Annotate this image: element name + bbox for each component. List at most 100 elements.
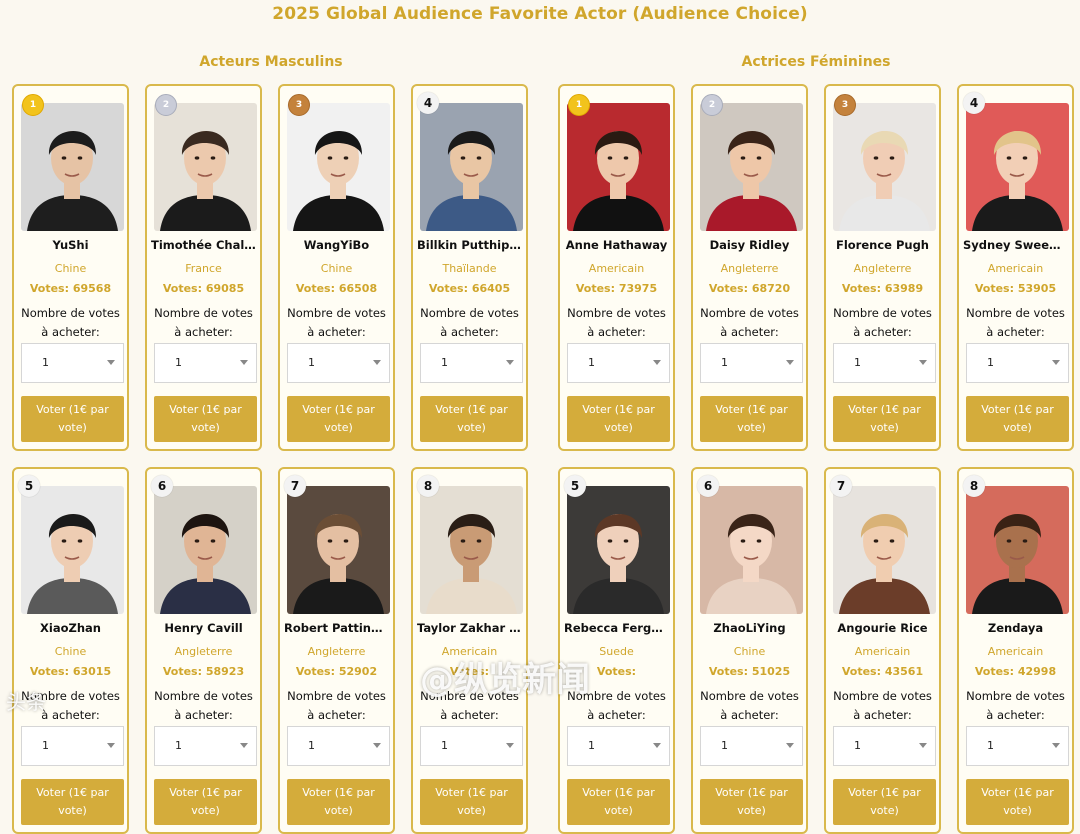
vote-quantity-select[interactable]: 1 [833, 726, 936, 766]
buy-votes-label: Nombre de votes à acheter: [567, 306, 666, 339]
buy-votes-label: Nombre de votes à acheter: [833, 306, 932, 339]
vote-quantity-select[interactable]: 1 [833, 343, 936, 383]
candidate-card: 7 Robert Pattinson Angleterre Votes: 529… [278, 467, 395, 834]
buy-votes-label: Nombre de votes à acheter: [700, 689, 799, 722]
buy-votes-label: Nombre de votes à acheter: [966, 306, 1065, 339]
candidate-name: ZhaoLiYing [713, 621, 786, 635]
candidate-card: 1 Anne Hathaway Americain Votes: 73975 N… [558, 84, 675, 451]
vote-button[interactable]: Voter (1€ par vote) [700, 396, 803, 442]
medal-silver-icon: 2 [701, 94, 723, 116]
candidate-card: 4 Sydney Sween... Americain Votes: 53905… [957, 84, 1074, 451]
candidate-country: Angleterre [853, 262, 912, 275]
vote-count: Votes: 58923 [162, 665, 245, 678]
rank-badge: 5 [18, 475, 40, 497]
candidate-photo [567, 103, 670, 231]
candidate-name: Timothée Chala... [151, 238, 256, 252]
candidate-country: Angleterre [174, 645, 233, 658]
candidate-card: 8 Taylor Zakhar P... Americain Votes: No… [411, 467, 528, 834]
candidate-photo [287, 486, 390, 614]
vote-quantity-select[interactable]: 1 [420, 343, 523, 383]
rank-badge: 5 [564, 475, 586, 497]
vote-quantity-select[interactable]: 1 [567, 343, 670, 383]
vote-button[interactable]: Voter (1€ par vote) [700, 779, 803, 825]
candidate-card: 7 Angourie Rice Americain Votes: 43561 N… [824, 467, 941, 834]
buy-votes-label: Nombre de votes à acheter: [154, 306, 253, 339]
chevron-down-icon [373, 360, 381, 365]
vote-count: Votes: 73975 [575, 282, 658, 295]
vote-quantity-select[interactable]: 1 [287, 726, 390, 766]
candidate-photo [700, 103, 803, 231]
chevron-down-icon [653, 743, 661, 748]
candidate-name: Angourie Rice [837, 621, 928, 635]
vote-button[interactable]: Voter (1€ par vote) [567, 779, 670, 825]
vote-count: Votes: 42998 [974, 665, 1057, 678]
buy-votes-label: Nombre de votes à acheter: [833, 689, 932, 722]
medal-bronze-icon: 3 [288, 94, 310, 116]
vote-button[interactable]: Voter (1€ par vote) [154, 396, 257, 442]
vote-button[interactable]: Voter (1€ par vote) [420, 779, 523, 825]
candidate-country: Thaïlande [442, 262, 497, 275]
vote-button[interactable]: Voter (1€ par vote) [21, 396, 124, 442]
candidate-photo [567, 486, 670, 614]
rank-badge: 6 [697, 475, 719, 497]
rank-badge: 6 [151, 475, 173, 497]
vote-quantity-select[interactable]: 1 [21, 343, 124, 383]
buy-votes-label: Nombre de votes à acheter: [154, 689, 253, 722]
candidate-photo [21, 486, 124, 614]
vote-button[interactable]: Voter (1€ par vote) [287, 396, 390, 442]
medal-bronze-icon: 3 [834, 94, 856, 116]
candidate-card: 5 Rebecca Fergu... Suede Votes: Nombre d… [558, 467, 675, 834]
candidate-name: XiaoZhan [40, 621, 101, 635]
vote-quantity-select[interactable]: 1 [420, 726, 523, 766]
vote-quantity-select[interactable]: 1 [567, 726, 670, 766]
candidate-country: Chine [733, 645, 766, 658]
candidate-card: 5 XiaoZhan Chine Votes: 63015 Nombre de … [12, 467, 129, 834]
candidate-photo [154, 486, 257, 614]
vote-count: Votes: 51025 [708, 665, 791, 678]
vote-button[interactable]: Voter (1€ par vote) [567, 396, 670, 442]
candidate-photo [700, 486, 803, 614]
vote-quantity-select[interactable]: 1 [700, 726, 803, 766]
candidate-card: 3 WangYiBo Chine Votes: 66508 Nombre de … [278, 84, 395, 451]
chevron-down-icon [107, 360, 115, 365]
vote-button[interactable]: Voter (1€ par vote) [154, 779, 257, 825]
vote-count: Votes: 69085 [162, 282, 245, 295]
section-title-female: Actrices Féminines [741, 54, 891, 70]
vote-button[interactable]: Voter (1€ par vote) [966, 779, 1069, 825]
vote-quantity-select[interactable]: 1 [287, 343, 390, 383]
vote-quantity-select[interactable]: 1 [154, 343, 257, 383]
vote-button[interactable]: Voter (1€ par vote) [833, 779, 936, 825]
vote-quantity-select[interactable]: 1 [966, 726, 1069, 766]
candidate-photo [154, 103, 257, 231]
chevron-down-icon [240, 360, 248, 365]
vote-quantity-select[interactable]: 1 [966, 343, 1069, 383]
vote-quantity-select[interactable]: 1 [154, 726, 257, 766]
vote-quantity-select[interactable]: 1 [700, 343, 803, 383]
chevron-down-icon [506, 360, 514, 365]
rank-badge: 4 [963, 92, 985, 114]
watermark: @纵览新闻 [420, 660, 590, 700]
candidate-photo [21, 103, 124, 231]
buy-votes-label: Nombre de votes à acheter: [287, 689, 386, 722]
chevron-down-icon [919, 743, 927, 748]
buy-votes-label: Nombre de votes à acheter: [21, 306, 120, 339]
vote-count: Votes: 53905 [974, 282, 1057, 295]
candidate-photo [966, 103, 1069, 231]
chevron-down-icon [506, 743, 514, 748]
rank-badge: 8 [417, 475, 439, 497]
vote-quantity-select[interactable]: 1 [21, 726, 124, 766]
vote-button[interactable]: Voter (1€ par vote) [966, 396, 1069, 442]
vote-button[interactable]: Voter (1€ par vote) [833, 396, 936, 442]
rank-badge: 7 [830, 475, 852, 497]
vote-count: Votes: 63015 [29, 665, 112, 678]
candidate-card: 1 YuShi Chine Votes: 69568 Nombre de vot… [12, 84, 129, 451]
vote-button[interactable]: Voter (1€ par vote) [420, 396, 523, 442]
candidate-photo [966, 486, 1069, 614]
candidate-card: 4 Billkin Putthipo... Thaïlande Votes: 6… [411, 84, 528, 451]
chevron-down-icon [1052, 360, 1060, 365]
candidate-name: Robert Pattinson [284, 621, 389, 635]
vote-button[interactable]: Voter (1€ par vote) [287, 779, 390, 825]
vote-button[interactable]: Voter (1€ par vote) [21, 779, 124, 825]
candidate-name: Rebecca Fergu... [564, 621, 669, 635]
candidate-card: 2 Timothée Chala... France Votes: 69085 … [145, 84, 262, 451]
